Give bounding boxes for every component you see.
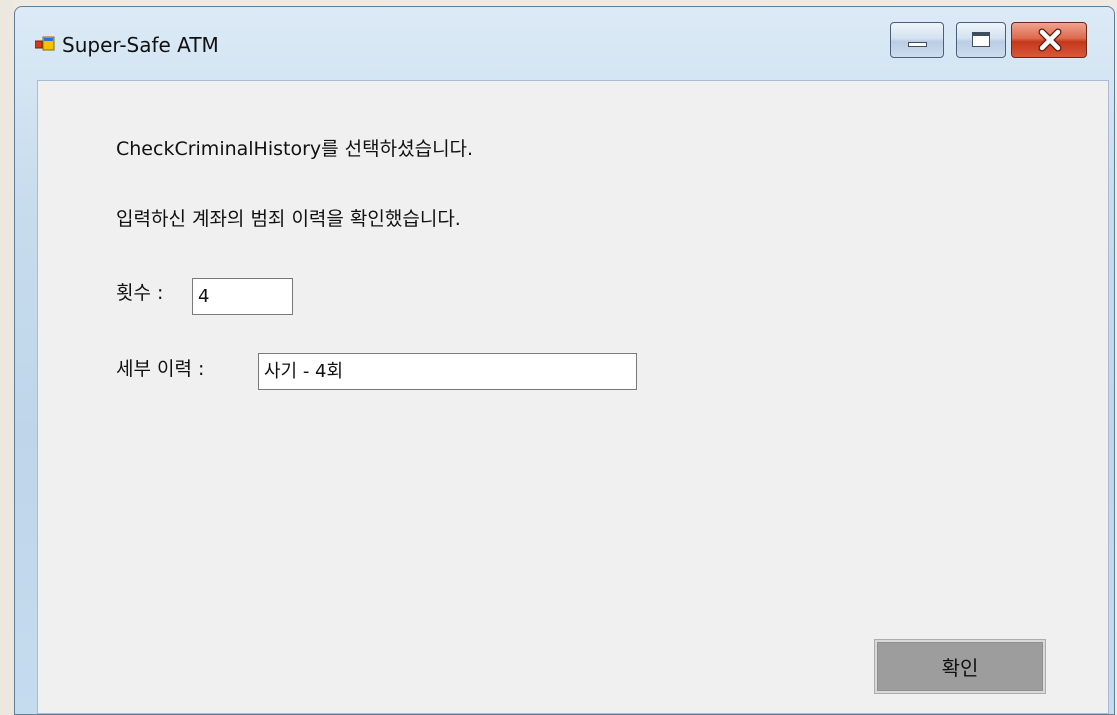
app-window: Super-Safe ATM CheckCriminalHistory를 선택하… [14, 6, 1115, 715]
close-icon [1036, 27, 1064, 53]
minimize-button[interactable] [890, 22, 944, 58]
detail-history-label: 세부 이력 : [116, 358, 205, 380]
window-title: Super-Safe ATM [62, 33, 219, 57]
confirm-button[interactable]: 확인 [874, 639, 1046, 694]
count-field[interactable]: 4 [192, 278, 293, 315]
maximize-icon [972, 32, 990, 47]
dialog-client-area: CheckCriminalHistory를 선택하셨습니다. 입력하신 계좌의 … [37, 80, 1109, 714]
desktop-background [0, 0, 14, 715]
close-button[interactable] [1011, 22, 1087, 58]
count-label: 횟수 : [116, 282, 164, 304]
maximize-button[interactable] [956, 22, 1006, 58]
selected-message: CheckCriminalHistory를 선택하셨습니다. [116, 138, 474, 160]
detail-history-field[interactable]: 사기 - 4회 [258, 353, 637, 390]
minimize-icon [908, 42, 927, 47]
result-message: 입력하신 계좌의 범죄 이력을 확인했습니다. [116, 208, 461, 230]
app-window-icon[interactable] [34, 36, 55, 52]
title-bar[interactable]: Super-Safe ATM [15, 7, 1114, 80]
